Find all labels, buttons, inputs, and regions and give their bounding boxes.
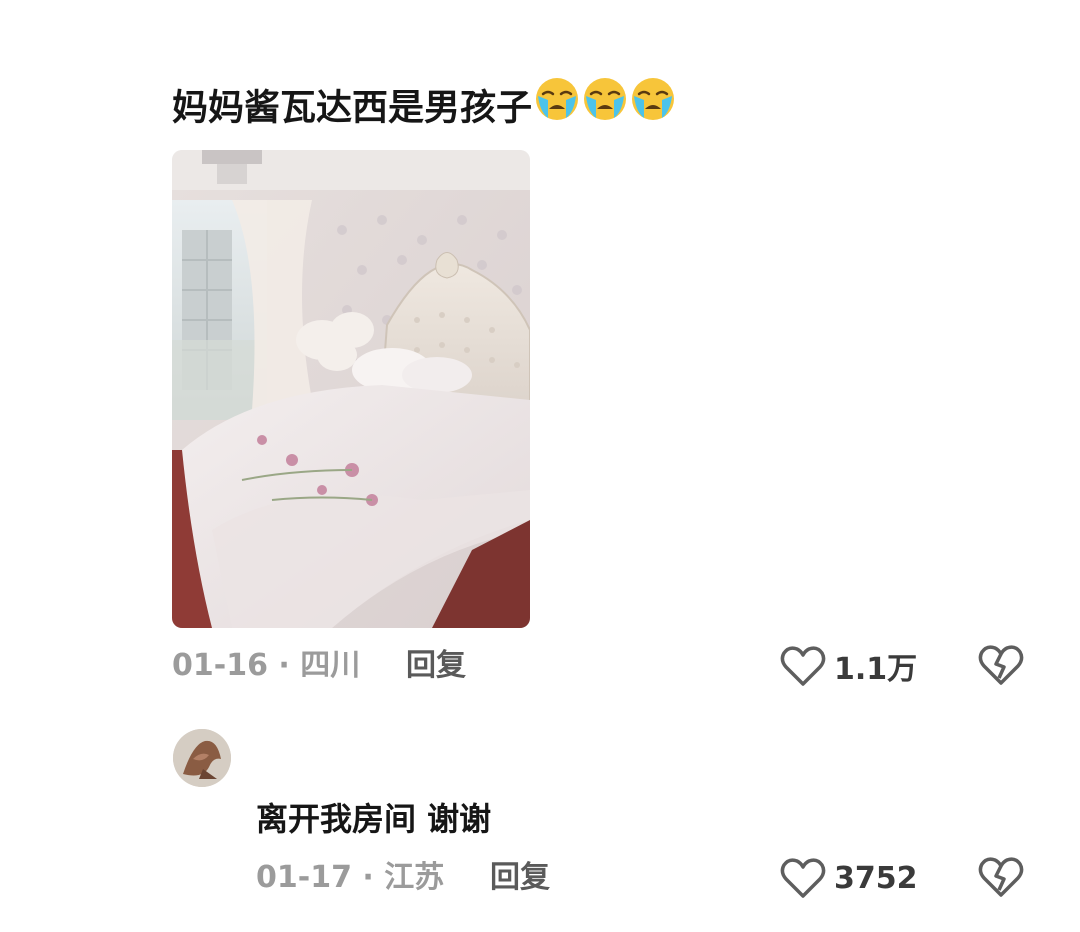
comment-date-location: 01-16 · 四川 bbox=[172, 648, 361, 683]
comment-text: 妈妈酱瓦达西是男孩子 bbox=[172, 87, 533, 129]
reply-like-count: 3752 bbox=[834, 860, 918, 896]
reply-reply-button[interactable]: 回复 bbox=[490, 858, 550, 898]
comment-body: 妈妈酱瓦达西是男孩子 bbox=[172, 78, 676, 137]
heart-icon bbox=[780, 646, 826, 686]
heart-icon bbox=[780, 858, 826, 898]
comment-photo[interactable] bbox=[172, 150, 530, 628]
comment-like-count: 1.1万 bbox=[834, 652, 918, 687]
reply-like-button[interactable]: 3752 bbox=[780, 854, 918, 902]
comment-reply-button[interactable]: 回复 bbox=[406, 646, 466, 686]
broken-heart-icon bbox=[978, 645, 1024, 685]
comment-like-button[interactable]: 1.1万 bbox=[780, 642, 917, 690]
comment-dislike-button[interactable] bbox=[978, 644, 1026, 692]
crying-face-icon bbox=[582, 76, 628, 137]
broken-heart-icon bbox=[978, 857, 1024, 897]
reply-date-location: 01-17 · 江苏 bbox=[256, 860, 445, 895]
reply-dislike-button[interactable] bbox=[978, 856, 1026, 904]
reply-text: 离开我房间 谢谢 bbox=[256, 800, 492, 838]
avatar[interactable] bbox=[173, 729, 231, 787]
crying-face-icon bbox=[534, 76, 580, 137]
crying-face-icon bbox=[630, 76, 676, 137]
